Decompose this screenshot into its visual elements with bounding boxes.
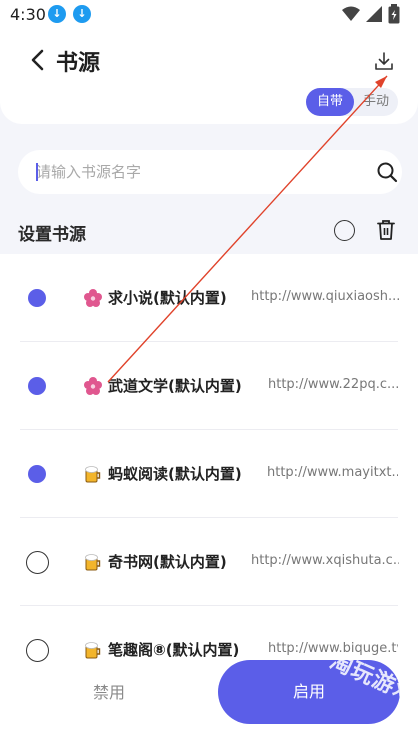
source-url: http://www.qiuxiaosh... (251, 289, 399, 304)
source-radio-unchecked[interactable] (26, 639, 49, 662)
battery-icon (388, 4, 400, 24)
list-item[interactable]: 求小说(默认内置) http://www.qiuxiaosh... (0, 254, 418, 342)
search-icon[interactable] (376, 161, 398, 183)
flower-icon (84, 377, 102, 395)
back-arrow-icon[interactable] (28, 48, 48, 72)
source-name: 蚂蚁阅读(默认内置) (108, 465, 242, 483)
source-url: http://www.mayitxt... (267, 465, 398, 480)
status-icons (342, 4, 400, 24)
search-input[interactable] (36, 150, 356, 194)
download-icon[interactable] (373, 50, 395, 72)
source-radio-unchecked[interactable] (26, 551, 49, 574)
flower-icon (84, 289, 102, 307)
source-radio-checked[interactable] (28, 377, 46, 395)
status-bar: 4:30 ↓ ↓ (0, 0, 418, 30)
list-item[interactable]: 奇书网(默认内置) http://www.xqishuta.c... (0, 518, 418, 606)
source-mode-toggle[interactable]: 自带 手动 (306, 88, 398, 116)
page-title: 书源 (56, 51, 101, 76)
disable-button[interactable]: 禁用 (18, 662, 200, 724)
toggle-builtin[interactable]: 自带 (306, 88, 354, 116)
text-cursor (36, 163, 38, 181)
source-url: http://www.22pq.c... (268, 377, 398, 392)
enable-button[interactable]: 启用 (218, 660, 400, 724)
search-bar[interactable] (18, 150, 402, 194)
wifi-icon (342, 6, 360, 21)
list-item[interactable]: 武道文学(默认内置) http://www.22pq.c... (0, 342, 418, 430)
beer-icon (85, 554, 101, 571)
source-name: 奇书网(默认内置) (108, 553, 227, 571)
source-url: http://www.biquge.tv (268, 641, 398, 656)
signal-icon (366, 6, 382, 22)
source-url: http://www.xqishuta.c... (251, 553, 399, 568)
source-radio-checked[interactable] (28, 465, 46, 483)
bottom-action-bar: 禁用 启用 (0, 660, 418, 743)
source-name: 笔趣阁⑧(默认内置) (108, 641, 240, 659)
source-name: 武道文学(默认内置) (108, 377, 242, 395)
download-notification-icon: ↓ (48, 5, 66, 23)
source-name: 求小说(默认内置) (108, 289, 227, 307)
list-item[interactable]: 蚂蚁阅读(默认内置) http://www.mayitxt... (0, 430, 418, 518)
toggle-manual[interactable]: 手动 (354, 88, 398, 116)
select-all-radio[interactable] (334, 220, 355, 241)
beer-icon (85, 466, 101, 483)
beer-icon (85, 642, 101, 659)
trash-icon[interactable] (376, 219, 396, 241)
source-radio-checked[interactable] (28, 289, 46, 307)
header: 书源 自带 手动 (0, 30, 418, 124)
download-notification-icon: ↓ (73, 5, 91, 23)
status-time: 4:30 (10, 5, 46, 24)
section-title: 设置书源 (18, 225, 86, 245)
